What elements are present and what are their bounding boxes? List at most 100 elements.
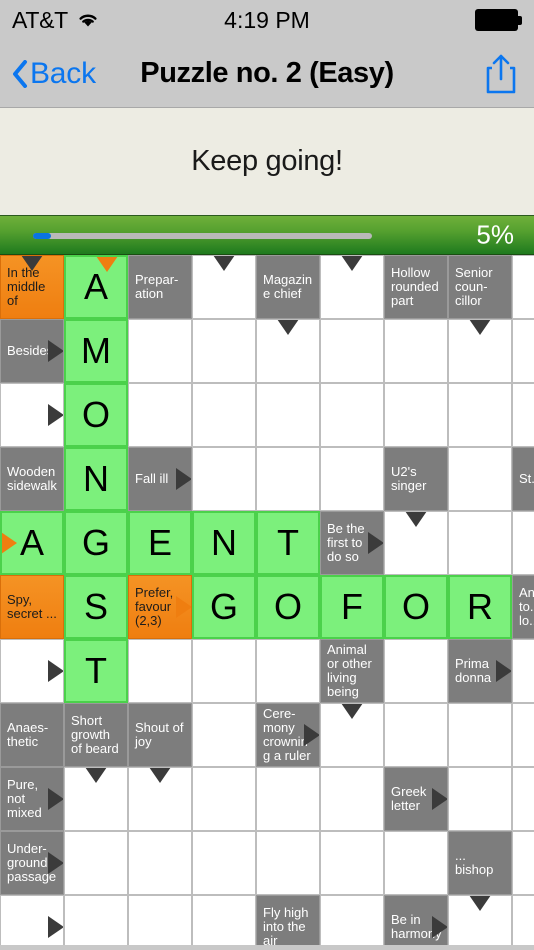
- crossword-empty-cell[interactable]: [256, 319, 320, 383]
- crossword-empty-cell[interactable]: [320, 831, 384, 895]
- crossword-letter-cell[interactable]: T: [64, 639, 128, 703]
- crossword-empty-cell[interactable]: [320, 383, 384, 447]
- crossword-empty-cell[interactable]: [192, 383, 256, 447]
- crossword-letter-cell[interactable]: N: [192, 511, 256, 575]
- crossword-letter: O: [81, 394, 110, 435]
- crossword-empty-cell[interactable]: [192, 255, 256, 319]
- crossword-grid[interactable]: In the middle of A Prepar-ation Magazine ch…: [0, 255, 534, 945]
- crossword-letter: A: [83, 266, 108, 307]
- crossword-letter: O: [273, 586, 302, 627]
- crossword-empty-cell[interactable]: [384, 639, 448, 703]
- crossword-empty-cell[interactable]: [320, 255, 384, 319]
- crossword-empty-cell[interactable]: [512, 767, 534, 831]
- crossword-empty-cell[interactable]: [320, 767, 384, 831]
- crossword-empty-cell[interactable]: [192, 639, 256, 703]
- crossword-clue-cell: Short growth of beard: [64, 703, 128, 767]
- crossword-letter-cell[interactable]: E: [128, 511, 192, 575]
- arrow-down-icon: [277, 320, 299, 335]
- crossword-empty-cell[interactable]: [256, 831, 320, 895]
- clue-text: Short growth of beard: [71, 713, 119, 756]
- crossword-empty-cell[interactable]: [192, 831, 256, 895]
- crossword-empty-cell[interactable]: [384, 511, 448, 575]
- crossword-letter-cell[interactable]: M: [64, 319, 128, 383]
- crossword-letter-cell[interactable]: O: [256, 575, 320, 639]
- crossword-clue-cell: U2's singer: [384, 447, 448, 511]
- crossword-empty-cell[interactable]: [64, 767, 128, 831]
- crossword-empty-cell[interactable]: [128, 767, 192, 831]
- status-bar: AT&T 4:19 PM: [0, 0, 534, 40]
- crossword-clue-cell: An... to... sw... lo...: [512, 575, 534, 639]
- crossword-empty-cell[interactable]: [512, 895, 534, 945]
- crossword-empty-cell[interactable]: [512, 703, 534, 767]
- arrow-down-icon: [469, 320, 491, 335]
- crossword-empty-cell[interactable]: [64, 831, 128, 895]
- crossword-empty-cell[interactable]: [384, 703, 448, 767]
- crossword-letter: M: [81, 330, 111, 371]
- crossword-empty-cell[interactable]: [320, 447, 384, 511]
- crossword-empty-cell[interactable]: [192, 895, 256, 945]
- crossword-letter-cell[interactable]: S: [64, 575, 128, 639]
- crossword-letter-cell[interactable]: O: [384, 575, 448, 639]
- crossword-empty-cell[interactable]: [192, 447, 256, 511]
- share-button[interactable]: [484, 53, 518, 95]
- crossword-empty-cell[interactable]: [128, 895, 192, 945]
- crossword-letter-cell[interactable]: T: [256, 511, 320, 575]
- crossword-letter-cell[interactable]: A: [0, 511, 64, 575]
- crossword-empty-cell[interactable]: [512, 831, 534, 895]
- crossword-clue-cell: Magazine chief: [256, 255, 320, 319]
- crossword-empty-cell[interactable]: [128, 383, 192, 447]
- crossword-empty-cell[interactable]: [0, 383, 64, 447]
- crossword-empty-cell[interactable]: [64, 895, 128, 945]
- crossword-empty-cell[interactable]: [192, 703, 256, 767]
- crossword-empty-cell[interactable]: [512, 383, 534, 447]
- crossword-empty-cell[interactable]: [256, 767, 320, 831]
- crossword-empty-cell[interactable]: [512, 639, 534, 703]
- arrow-down-icon: [405, 512, 427, 527]
- crossword-letter: E: [147, 522, 172, 563]
- crossword-empty-cell[interactable]: [448, 319, 512, 383]
- crossword-letter-cell[interactable]: F: [320, 575, 384, 639]
- crossword-empty-cell[interactable]: [448, 447, 512, 511]
- arrow-right-icon: [48, 852, 63, 874]
- crossword-letter-cell[interactable]: G: [64, 511, 128, 575]
- crossword-empty-cell[interactable]: [448, 895, 512, 945]
- arrow-down-icon: [149, 768, 171, 783]
- crossword-empty-cell[interactable]: [128, 639, 192, 703]
- crossword-letter-cell[interactable]: A: [64, 255, 128, 319]
- crossword-letter-cell[interactable]: O: [64, 383, 128, 447]
- crossword-clue-cell: Prima donna: [448, 639, 512, 703]
- crossword-empty-cell[interactable]: [256, 639, 320, 703]
- crossword-empty-cell[interactable]: [320, 703, 384, 767]
- crossword-empty-cell[interactable]: [448, 383, 512, 447]
- crossword-empty-cell[interactable]: [192, 319, 256, 383]
- crossword-empty-cell[interactable]: [448, 511, 512, 575]
- crossword-empty-cell[interactable]: [512, 319, 534, 383]
- crossword-letter-cell[interactable]: N: [64, 447, 128, 511]
- crossword-empty-cell[interactable]: [320, 895, 384, 945]
- crossword-clue-cell: Wooden sidewalk: [0, 447, 64, 511]
- crossword-empty-cell[interactable]: [192, 767, 256, 831]
- crossword-empty-cell[interactable]: [512, 511, 534, 575]
- crossword-empty-cell[interactable]: [256, 447, 320, 511]
- arrow-right-icon: [176, 468, 191, 490]
- crossword-empty-cell[interactable]: [320, 319, 384, 383]
- crossword-empty-cell[interactable]: [384, 319, 448, 383]
- crossword-empty-cell[interactable]: [128, 831, 192, 895]
- arrow-down-icon: [21, 256, 43, 271]
- crossword-empty-cell[interactable]: [0, 639, 64, 703]
- crossword-empty-cell[interactable]: [0, 895, 64, 945]
- arrow-right-icon: [432, 916, 447, 938]
- crossword-empty-cell[interactable]: [448, 703, 512, 767]
- progress-percent-label: 5%: [476, 219, 514, 250]
- crossword-empty-cell[interactable]: [256, 383, 320, 447]
- crossword-empty-cell[interactable]: [384, 383, 448, 447]
- back-button[interactable]: Back: [0, 57, 96, 91]
- crossword-clue-cell: Greek letter: [384, 767, 448, 831]
- crossword-letter-cell[interactable]: G: [192, 575, 256, 639]
- crossword-empty-cell[interactable]: [448, 767, 512, 831]
- crossword-empty-cell[interactable]: [512, 255, 534, 319]
- crossword-empty-cell[interactable]: [384, 831, 448, 895]
- crossword-empty-cell[interactable]: [128, 319, 192, 383]
- clue-text: Hollow rounded part: [391, 265, 439, 308]
- crossword-letter-cell[interactable]: R: [448, 575, 512, 639]
